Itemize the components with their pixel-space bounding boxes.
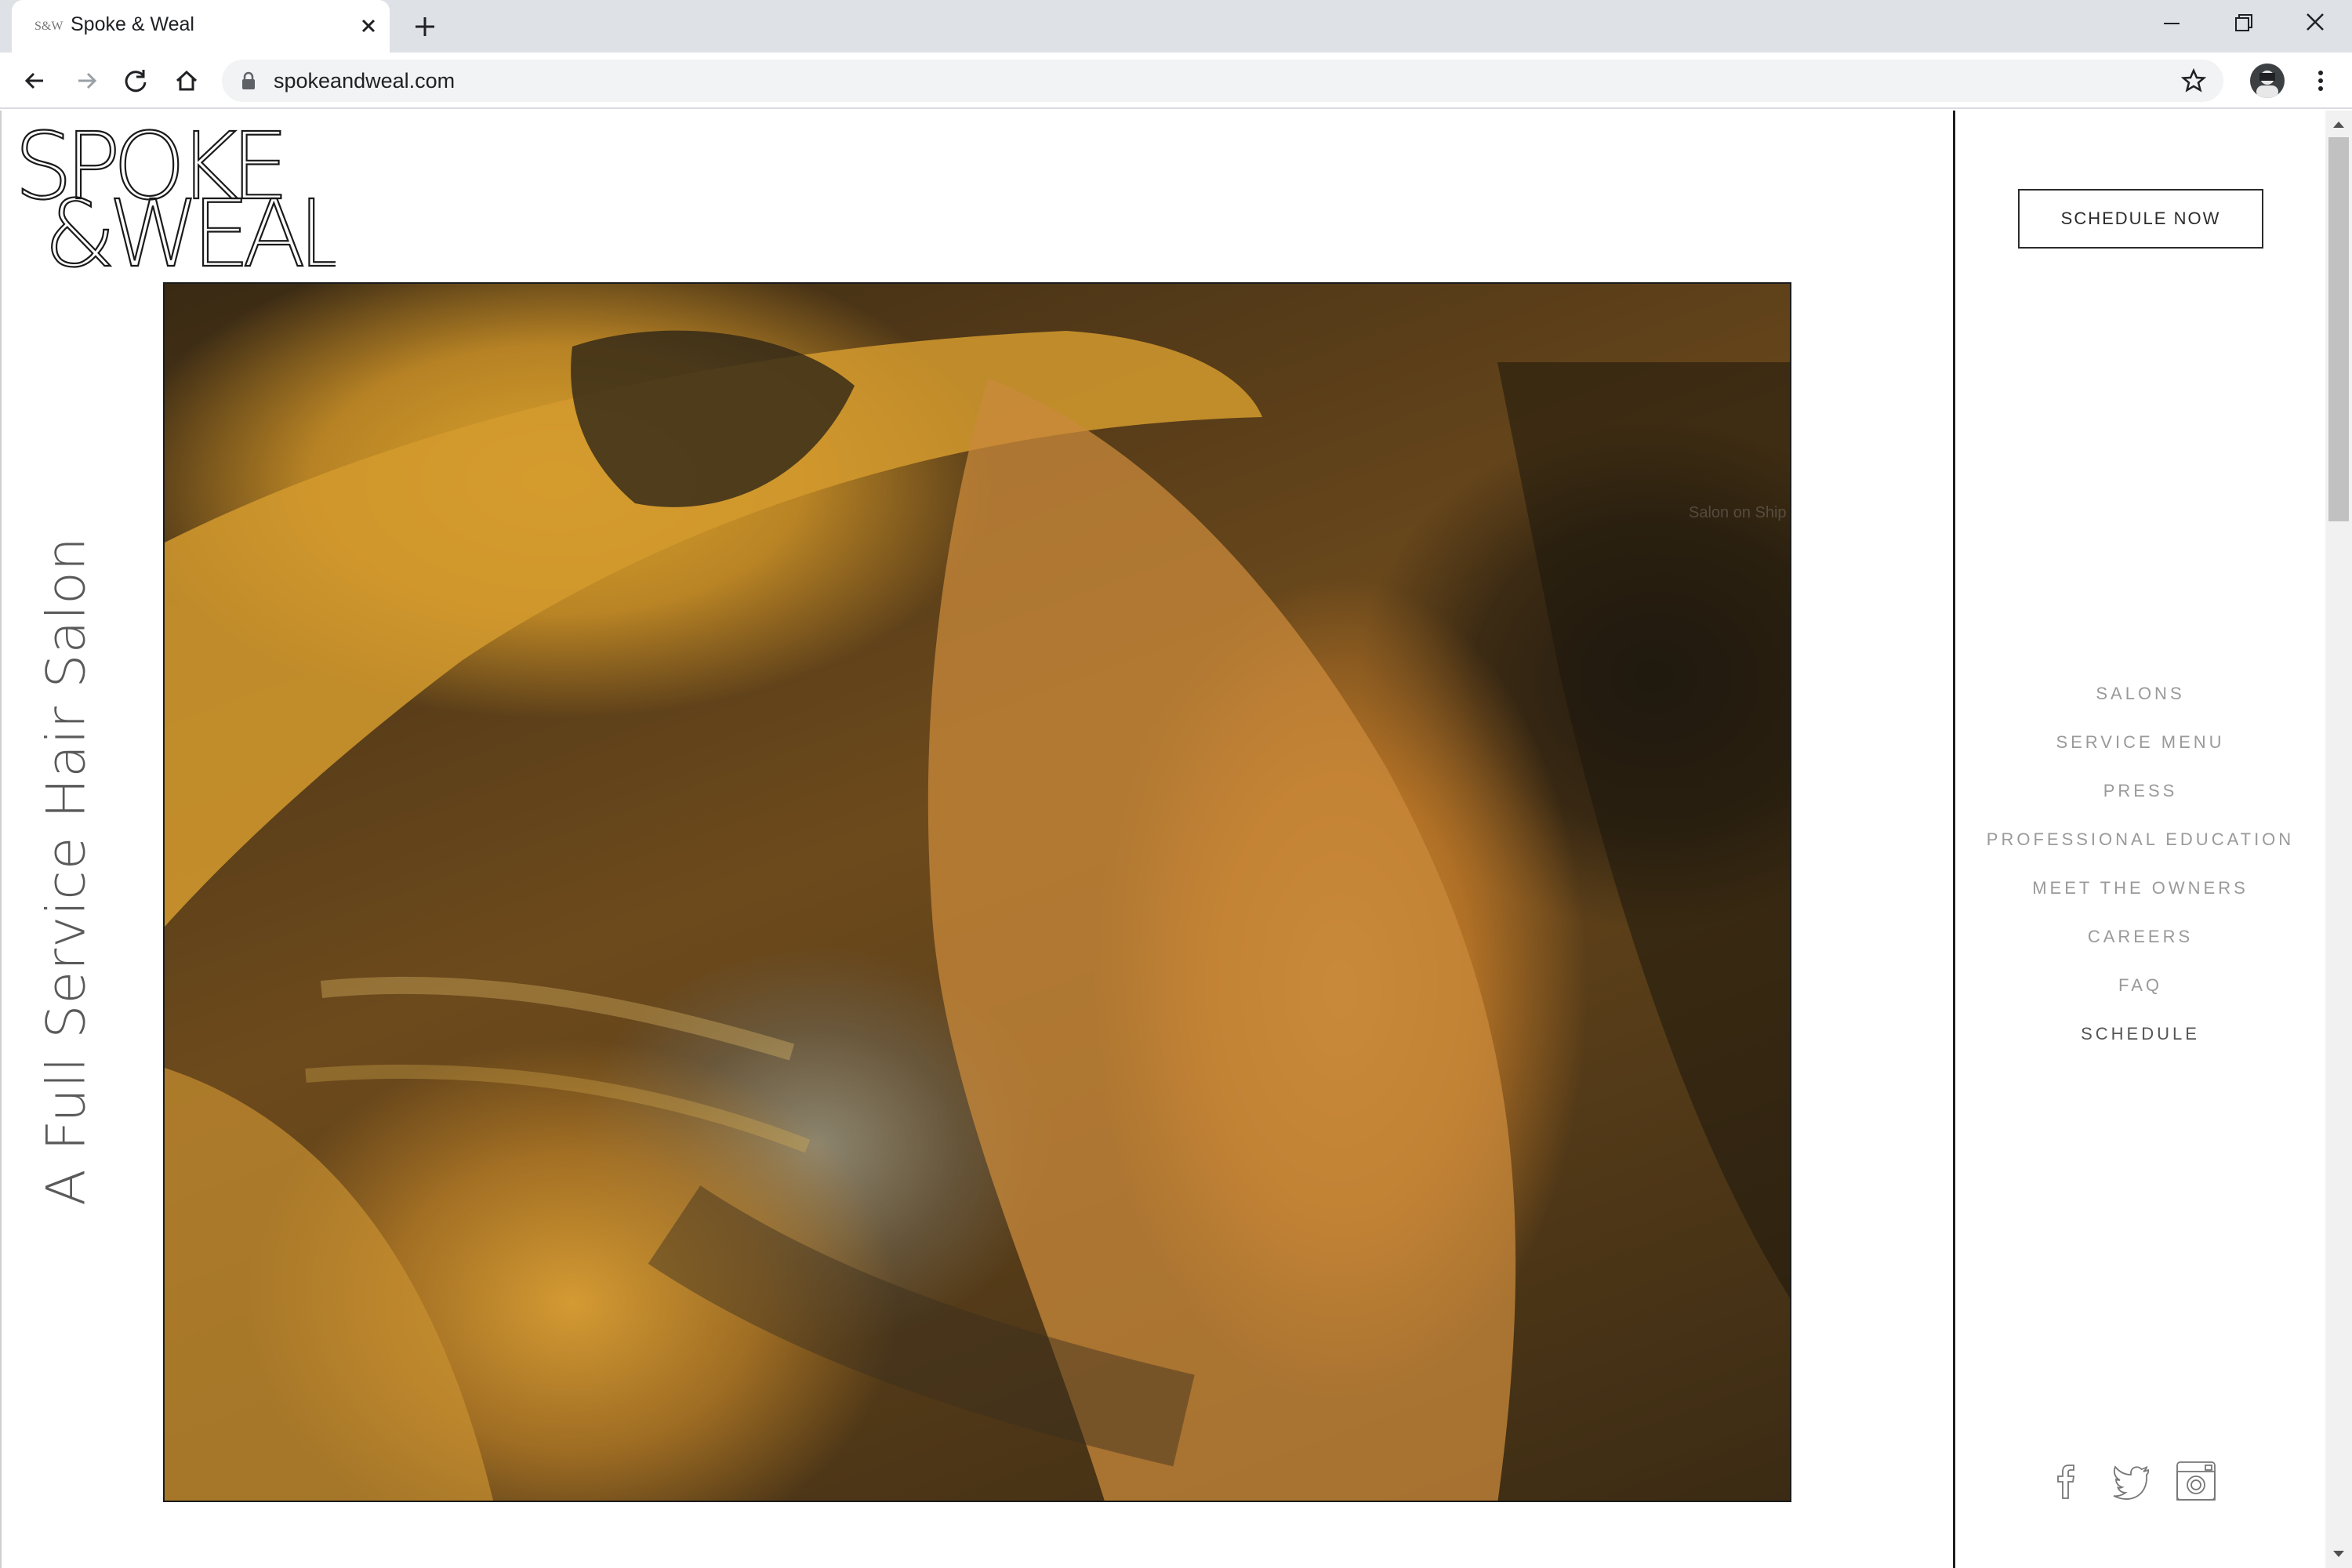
nav-service-menu[interactable]: SERVICE MENU: [1955, 718, 2325, 767]
facebook-icon[interactable]: [2044, 1459, 2088, 1503]
minimize-icon[interactable]: [2152, 8, 2191, 39]
hero-overlay-text: Salon on Ship: [1689, 504, 1787, 521]
forward-icon[interactable]: [71, 65, 102, 96]
page-left-border: [0, 111, 2, 1568]
restore-icon[interactable]: [2223, 8, 2263, 39]
address-bar[interactable]: spokeandweal.com: [222, 60, 2223, 102]
nav-professional-education[interactable]: PROFESSIONAL EDUCATION: [1955, 815, 2325, 864]
close-window-icon[interactable]: [2296, 8, 2335, 39]
instagram-icon[interactable]: [2174, 1459, 2218, 1503]
close-tab-icon[interactable]: [355, 13, 382, 39]
twitter-icon[interactable]: [2109, 1459, 2153, 1503]
schedule-now-button[interactable]: SCHEDULE NOW: [2018, 189, 2263, 249]
reload-icon[interactable]: [120, 65, 151, 96]
nav-faq[interactable]: FAQ: [1955, 961, 2325, 1010]
scroll-up-icon[interactable]: [2332, 118, 2346, 129]
scroll-down-icon[interactable]: [2332, 1549, 2346, 1560]
nav-meet-the-owners[interactable]: MEET THE OWNERS: [1955, 864, 2325, 913]
new-tab-icon[interactable]: [409, 11, 441, 42]
tab-title: Spoke & Weal: [71, 13, 194, 35]
back-icon[interactable]: [20, 65, 51, 96]
page-scrollbar[interactable]: [2325, 111, 2352, 1568]
home-icon[interactable]: [171, 65, 202, 96]
svg-text:S&W: S&W: [34, 20, 64, 33]
tagline: A Full Service Hair Salon: [35, 536, 98, 1206]
nav-schedule[interactable]: SCHEDULE: [1955, 1010, 2325, 1058]
nav-careers[interactable]: CAREERS: [1955, 913, 2325, 961]
sidebar-navigation: SALONS SERVICE MENU PRESS PROFESSIONAL E…: [1955, 670, 2325, 1058]
tagline-container: A Full Service Hair Salon: [31, 518, 102, 1224]
browser-toolbar: spokeandweal.com: [0, 53, 2352, 109]
hero-video[interactable]: Salon on Ship: [163, 282, 1791, 1502]
spoke-and-weal-logo[interactable]: SPOKE &WEAL: [14, 126, 336, 275]
url-text[interactable]: spokeandweal.com: [274, 69, 455, 93]
profile-avatar[interactable]: [2250, 64, 2285, 98]
web-page: SPOKE &WEAL A Full Service Hair Salon Sa…: [0, 111, 2352, 1568]
browser-tab[interactable]: S&W Spoke & Weal: [12, 0, 390, 53]
scroll-thumb[interactable]: [2328, 137, 2349, 521]
nav-press[interactable]: PRESS: [1955, 767, 2325, 815]
tab-strip: S&W Spoke & Weal: [0, 0, 2352, 53]
favicon-icon: S&W: [34, 20, 64, 33]
nav-salons[interactable]: SALONS: [1955, 670, 2325, 718]
bookmark-star-icon[interactable]: [2181, 68, 2206, 93]
hero-hair-image: [165, 330, 1790, 1501]
lock-icon[interactable]: [241, 71, 256, 90]
browser-menu-icon[interactable]: [2305, 65, 2336, 96]
logo-line-2: &WEAL: [44, 180, 336, 275]
avatar-icon: [2256, 71, 2278, 98]
